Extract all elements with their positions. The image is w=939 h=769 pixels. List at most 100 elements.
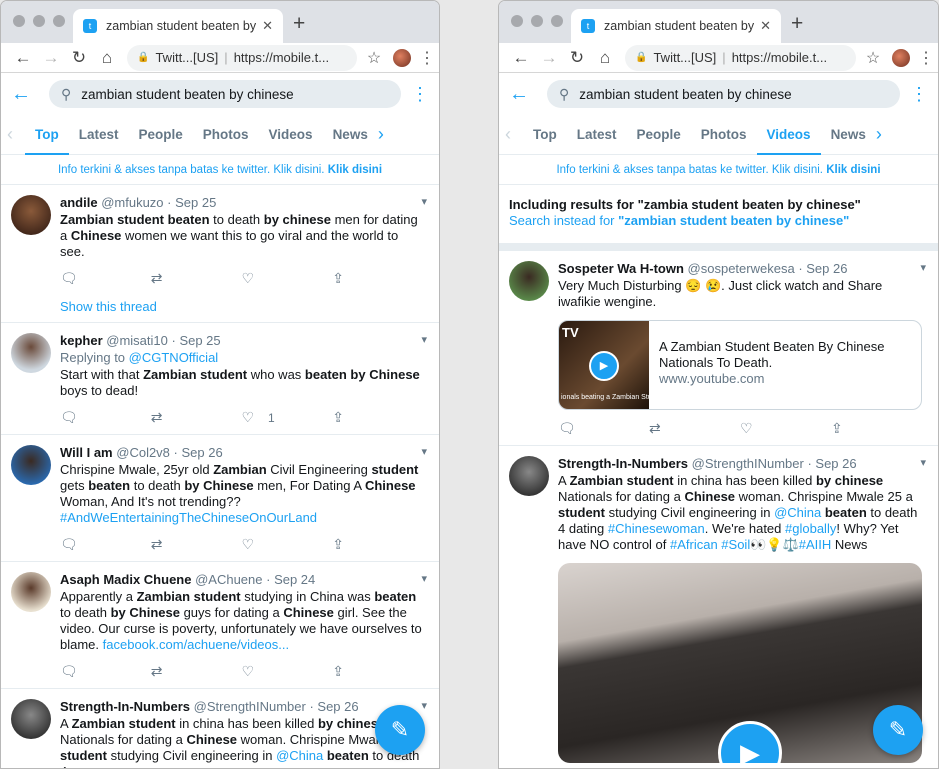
tab-photos[interactable]: Photos	[193, 115, 259, 155]
tweet-date[interactable]: · Sep 26	[174, 445, 223, 460]
home-icon[interactable]: ⌂	[591, 48, 619, 68]
video-thumbnail[interactable]: TV ▶ ionals beating a Zambian Stude	[559, 321, 659, 409]
tab-latest[interactable]: Latest	[69, 115, 129, 155]
tweet[interactable]: Asaph Madix Chuene @AChuene · Sep 24 App…	[1, 562, 439, 689]
reply-icon[interactable]: 🗨	[60, 270, 151, 287]
reload-icon[interactable]: ↻	[563, 48, 591, 68]
tabs-right-arrow-icon[interactable]: ›	[876, 124, 894, 145]
author-handle[interactable]: @mfukuzo	[101, 195, 163, 210]
url-field[interactable]: 🔒 Twitt...[US] | https://mobile.t...	[625, 44, 856, 71]
author-name[interactable]: Strength-In-Numbers	[60, 699, 190, 714]
retweet-icon[interactable]: ⇄	[151, 536, 242, 553]
author-name[interactable]: Asaph Madix Chuene	[60, 572, 191, 587]
tweet[interactable]: kepher @misati10 · Sep 25 Replying to @C…	[1, 323, 439, 435]
like-icon[interactable]: ♡	[740, 420, 831, 437]
browser-menu-icon[interactable]: ⋮	[419, 48, 435, 68]
browser-menu-icon[interactable]: ⋮	[918, 48, 934, 68]
back-arrow-icon[interactable]: ←	[509, 83, 547, 106]
share-icon[interactable]: ⇪	[332, 663, 423, 680]
reply-icon[interactable]: 🗨	[558, 420, 649, 437]
tab-news[interactable]: News	[821, 115, 876, 155]
browser-tab[interactable]: t zambian student beaten by chinese ✕	[73, 9, 283, 43]
url-field[interactable]: 🔒 Twitt...[US] | https://mobile.t...	[127, 44, 357, 71]
back-nav-icon[interactable]: ←	[9, 48, 37, 68]
search-input[interactable]: ⚲ zambian student beaten by chinese	[547, 80, 900, 108]
chevron-down-icon[interactable]: ▾	[421, 572, 427, 585]
chevron-down-icon[interactable]: ▾	[421, 699, 427, 712]
author-handle[interactable]: @misati10	[106, 333, 168, 348]
share-icon[interactable]: ⇪	[332, 409, 423, 426]
chevron-down-icon[interactable]: ▾	[920, 261, 926, 274]
tab-news[interactable]: News	[323, 115, 378, 155]
minimize-window-button[interactable]	[531, 15, 543, 27]
tweet[interactable]: Will I am @Col2v8 · Sep 26 Chrispine Mwa…	[1, 435, 439, 562]
reply-icon[interactable]: 🗨	[60, 536, 151, 553]
bookmark-star-icon[interactable]: ☆	[862, 48, 884, 68]
like-button[interactable]: ♡ 1	[242, 409, 333, 426]
reply-icon[interactable]: 🗨	[60, 663, 151, 680]
retweet-icon[interactable]: ⇄	[649, 420, 740, 437]
retweet-icon[interactable]: ⇄	[151, 409, 242, 426]
author-name[interactable]: kepher	[60, 333, 103, 348]
forward-nav-icon[interactable]: →	[37, 48, 65, 68]
avatar[interactable]	[509, 456, 549, 496]
author-handle[interactable]: @AChuene	[195, 572, 262, 587]
browser-tab[interactable]: t zambian student beaten by chinese ✕	[571, 9, 781, 43]
tab-people[interactable]: People	[129, 115, 193, 155]
tab-people[interactable]: People	[627, 115, 691, 155]
compose-tweet-button[interactable]: ✎	[375, 705, 425, 755]
more-options-icon[interactable]: ⋮	[401, 84, 429, 105]
retweet-icon[interactable]: ⇄	[151, 270, 242, 287]
avatar[interactable]	[11, 195, 51, 235]
info-banner[interactable]: Info terkini & akses tanpa batas ke twit…	[499, 155, 938, 185]
like-icon[interactable]: ♡	[242, 536, 333, 553]
tab-videos[interactable]: Videos	[259, 115, 323, 155]
chevron-down-icon[interactable]: ▾	[421, 445, 427, 458]
tweet-date[interactable]: · Sep 24	[266, 572, 315, 587]
tweet-date[interactable]: · Sep 26	[798, 261, 847, 276]
play-icon[interactable]: ▶	[589, 351, 619, 381]
retweet-icon[interactable]: ⇄	[151, 663, 242, 680]
avatar[interactable]	[11, 445, 51, 485]
author-name[interactable]: andile	[60, 195, 98, 210]
tab-videos[interactable]: Videos	[756, 115, 821, 155]
chevron-down-icon[interactable]: ▾	[920, 456, 926, 469]
share-icon[interactable]: ⇪	[332, 270, 423, 287]
home-icon[interactable]: ⌂	[93, 48, 121, 68]
tabs-left-arrow-icon[interactable]: ‹	[505, 124, 523, 145]
search-instead-link[interactable]: Search instead for "zambian student beat…	[509, 213, 928, 229]
new-tab-button[interactable]: +	[293, 12, 305, 36]
info-banner[interactable]: Info terkini & akses tanpa batas ke twit…	[1, 155, 439, 185]
close-tab-icon[interactable]: ✕	[760, 18, 771, 34]
new-tab-button[interactable]: +	[791, 12, 803, 36]
info-banner-link[interactable]: Klik disini	[328, 164, 382, 176]
bookmark-star-icon[interactable]: ☆	[363, 48, 385, 68]
author-name[interactable]: Will I am	[60, 445, 113, 460]
tab-top[interactable]: Top	[25, 115, 69, 155]
tabs-right-arrow-icon[interactable]: ›	[378, 124, 396, 145]
minimize-window-button[interactable]	[33, 15, 45, 27]
chevron-down-icon[interactable]: ▾	[421, 333, 427, 346]
like-icon[interactable]: ♡	[242, 270, 333, 287]
tweet[interactable]: Sospeter Wa H-town @sospeterwekesa · Sep…	[499, 251, 938, 446]
tweet[interactable]: Strength-In-Numbers @StrengthINumber · S…	[1, 689, 439, 768]
compose-tweet-button[interactable]: ✎	[873, 705, 923, 755]
more-options-icon[interactable]: ⋮	[900, 84, 928, 105]
back-nav-icon[interactable]: ←	[507, 48, 535, 68]
close-tab-icon[interactable]: ✕	[262, 18, 273, 34]
author-name[interactable]: Strength-In-Numbers	[558, 456, 688, 471]
search-input[interactable]: ⚲ zambian student beaten by chinese	[49, 80, 401, 108]
back-arrow-icon[interactable]: ←	[11, 83, 49, 106]
author-handle[interactable]: @sospeterwekesa	[688, 261, 795, 276]
tab-top[interactable]: Top	[523, 115, 567, 155]
share-icon[interactable]: ⇪	[831, 420, 922, 437]
tab-photos[interactable]: Photos	[691, 115, 757, 155]
profile-avatar-icon[interactable]	[892, 48, 910, 67]
like-icon[interactable]: ♡	[242, 663, 333, 680]
link-card[interactable]: TV ▶ ionals beating a Zambian Stude A Za…	[558, 320, 922, 410]
chevron-down-icon[interactable]: ▾	[421, 195, 427, 208]
tabs-left-arrow-icon[interactable]: ‹	[7, 124, 25, 145]
tweet-date[interactable]: · Sep 26	[309, 699, 358, 714]
close-window-button[interactable]	[511, 15, 523, 27]
tweet[interactable]: Strength-In-Numbers @StrengthINumber · S…	[499, 446, 938, 768]
